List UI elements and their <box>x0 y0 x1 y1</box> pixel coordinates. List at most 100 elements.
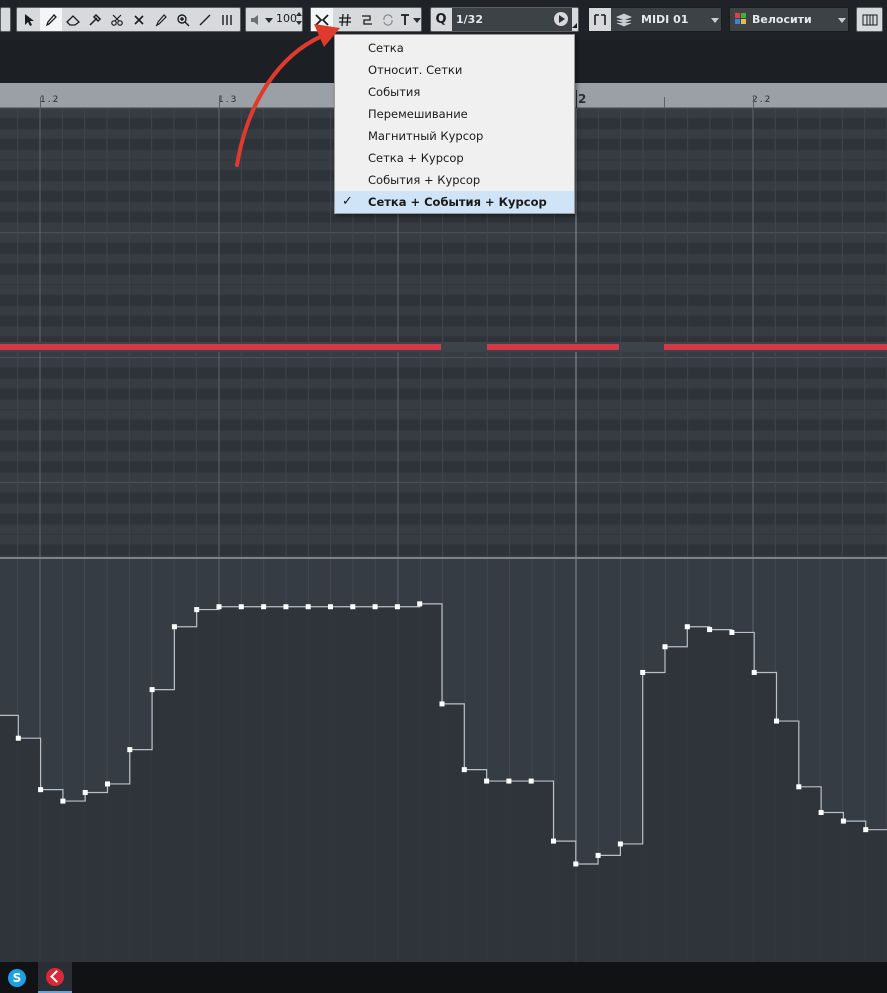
velocity-point <box>417 601 423 607</box>
key-row <box>0 357 887 368</box>
key-row <box>0 326 887 337</box>
left-partial-button[interactable] <box>0 7 11 32</box>
menu-item-label: Перемешивание <box>368 107 468 121</box>
ruler-label-2: 2 <box>578 92 587 106</box>
insert-velocity-group: 100 <box>245 7 303 32</box>
skype-taskbar-button[interactable]: S <box>0 962 34 993</box>
velocity-point <box>796 784 802 790</box>
controller-dropdown-arrow[interactable] <box>838 18 846 23</box>
velocity-point <box>216 604 222 610</box>
menu-item-grid-relative[interactable]: Относит. Сетки <box>335 59 574 81</box>
quantize-value: 1/32 <box>456 13 483 26</box>
menu-item-events-cursor[interactable]: События + Курсор <box>335 169 574 191</box>
key-row <box>0 492 887 504</box>
velocity-value[interactable]: 100 <box>276 12 297 25</box>
bars-icon[interactable] <box>589 8 611 31</box>
velocity-point <box>506 778 512 784</box>
velocity-point <box>461 767 467 773</box>
quantize-dropdown-arrow[interactable] <box>413 18 421 23</box>
velocity-point <box>60 798 66 804</box>
snap-type-menu: Сетка Относит. Сетки События Перемешиван… <box>334 34 575 214</box>
controller-lane-combo[interactable]: Велосити <box>729 7 849 32</box>
object-select-icon[interactable] <box>18 8 40 31</box>
key-row <box>0 513 887 524</box>
time-warp-icon[interactable] <box>216 8 238 31</box>
key-row <box>0 472 887 483</box>
velocity-point <box>328 604 333 610</box>
snap-type-icon[interactable] <box>356 8 378 31</box>
menu-item-label: Магнитный Курсор <box>368 129 484 143</box>
menu-item-events[interactable]: События <box>335 81 574 103</box>
cycle-icon[interactable] <box>377 8 399 31</box>
quantize-corner-arrow[interactable] <box>572 23 577 28</box>
velocity-point <box>774 718 779 724</box>
velocity-point <box>171 624 177 630</box>
midi-note <box>0 344 441 350</box>
key-row <box>0 253 887 264</box>
track-dropdown-arrow[interactable] <box>711 18 719 23</box>
grid-icon[interactable] <box>334 8 356 31</box>
speaker-icon[interactable] <box>246 8 264 31</box>
midi-note <box>487 344 619 350</box>
velocity-point <box>305 604 311 610</box>
velocity-point <box>840 818 846 824</box>
track-combo[interactable]: MIDI 01 <box>588 7 722 32</box>
key-row <box>0 430 887 441</box>
menu-item-grid-cursor[interactable]: Сетка + Курсор <box>335 147 574 169</box>
glue-icon[interactable] <box>128 8 150 31</box>
zoom-icon[interactable] <box>172 8 194 31</box>
menu-item-shuffle[interactable]: Перемешивание <box>335 103 574 125</box>
velocity-point <box>863 827 869 833</box>
line-icon[interactable] <box>194 8 216 31</box>
velocity-point <box>439 701 445 707</box>
menu-item-grid-events-cursor[interactable]: ✓ Сетка + События + Курсор <box>335 191 574 213</box>
trim-icon[interactable] <box>84 8 106 31</box>
velocity-spin-down[interactable] <box>296 21 302 25</box>
piano-button[interactable] <box>856 7 883 32</box>
windows-taskbar: S <box>0 962 887 993</box>
erase-icon[interactable] <box>62 8 84 31</box>
velocity-point <box>283 604 289 610</box>
checkmark-icon: ✓ <box>342 194 353 209</box>
key-row <box>0 316 887 327</box>
ruler-tick <box>753 97 754 108</box>
velocity-point <box>350 604 356 610</box>
velocity-point <box>617 841 623 847</box>
quantize-icon[interactable] <box>397 8 413 31</box>
velocity-point <box>484 778 490 784</box>
key-row <box>0 534 887 545</box>
velocity-point <box>82 790 88 796</box>
cubase-taskbar-button[interactable] <box>38 962 72 993</box>
menu-item-magnetic-cursor[interactable]: Магнитный Курсор <box>335 125 574 147</box>
key-row <box>0 378 887 389</box>
velocity-point <box>394 604 400 610</box>
piano-icon[interactable] <box>859 8 881 31</box>
snap-toggle-icon[interactable] <box>311 8 333 31</box>
menu-item-grid[interactable]: Сетка <box>335 37 574 59</box>
velocity-point <box>662 644 668 650</box>
controller-lane-name: Велосити <box>752 13 812 26</box>
ruler-label-1-2: 1.2 <box>40 95 61 105</box>
key-row <box>0 274 887 285</box>
velocity-point <box>238 604 244 610</box>
menu-item-label: Сетка <box>368 41 404 55</box>
split-icon[interactable] <box>106 8 128 31</box>
quantize-value-box[interactable]: 1/32 <box>452 8 572 31</box>
speaker-dropdown-arrow[interactable] <box>265 18 273 23</box>
quantize-combo[interactable]: Q 1/32 <box>430 7 579 32</box>
velocity-lane[interactable] <box>0 559 887 962</box>
draw-icon[interactable] <box>40 8 62 31</box>
velocity-point <box>105 781 110 787</box>
ruler-label-2-2: 2.2 <box>752 95 773 105</box>
velocity-spin-up[interactable] <box>296 12 302 16</box>
menu-item-label: События <box>368 85 421 99</box>
key-row <box>0 409 887 420</box>
velocity-point <box>372 604 378 610</box>
key-row <box>0 243 887 254</box>
play-icon[interactable] <box>554 12 568 26</box>
quantize-q-icon: Q <box>435 12 447 27</box>
key-row <box>0 420 887 431</box>
key-row <box>0 222 887 233</box>
mute-icon[interactable] <box>150 8 172 31</box>
key-row <box>0 305 887 316</box>
